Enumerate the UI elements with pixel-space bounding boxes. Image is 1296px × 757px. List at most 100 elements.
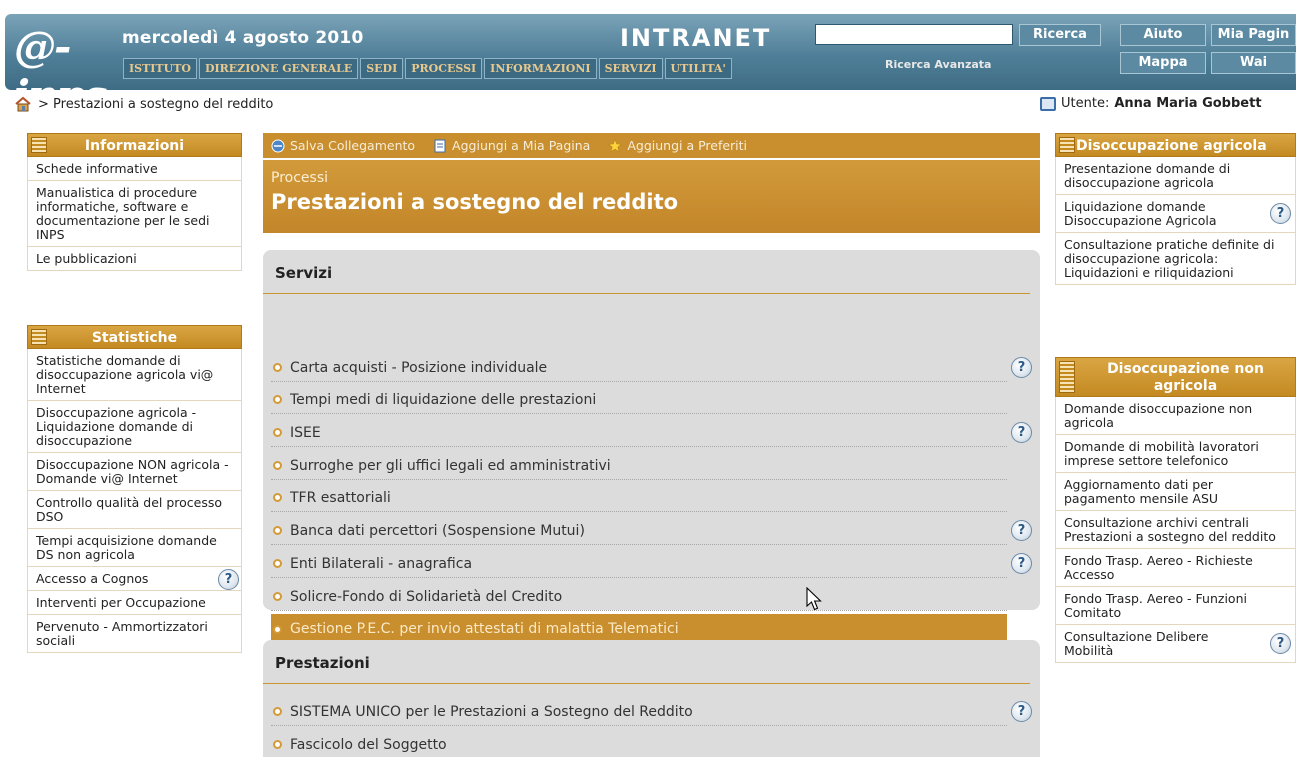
help-icon[interactable]: ? <box>1011 701 1032 722</box>
help-icon[interactable]: ? <box>1011 422 1032 443</box>
list-item-label: Fascicolo del Soggetto <box>290 736 447 753</box>
advanced-search-link[interactable]: Ricerca Avanzata <box>885 58 991 71</box>
sidebar-item-manualistica[interactable]: Manualistica di procedure informatiche, … <box>27 181 242 247</box>
statistiche-box: Statistiche Statistiche domande di disoc… <box>27 325 242 653</box>
page-title-box: Processi Prestazioni a sostegno del redd… <box>263 160 1040 233</box>
star-icon <box>608 138 623 153</box>
bullet-icon <box>273 559 282 568</box>
add-page-button[interactable]: Aggiungi a Mia Pagina <box>452 138 590 153</box>
list-item[interactable]: Banca dati percettori (Sospensione Mutui… <box>271 517 1032 545</box>
bullet-icon <box>273 592 282 601</box>
nav-utilita[interactable]: UTILITA' <box>664 58 732 79</box>
help-icon[interactable]: ? <box>1011 520 1032 541</box>
list-item-label: Gestione P.E.C. per invio attestati di m… <box>290 621 679 637</box>
prestazioni-panel: Prestazioni SISTEMA UNICO per le Prestaz… <box>263 640 1040 757</box>
bullet-icon <box>273 363 282 372</box>
section-label: Processi <box>271 170 328 186</box>
sidebar-item-label: Accesso a Cognos <box>36 571 149 586</box>
help-icon[interactable]: ? <box>218 569 239 590</box>
list-item[interactable]: Fascicolo del Soggetto <box>271 731 1007 757</box>
home-icon[interactable] <box>14 96 32 112</box>
list-item-label: TFR esattoriali <box>290 489 391 506</box>
sidebar-item-schede[interactable]: Schede informative <box>27 157 242 181</box>
nav-sedi[interactable]: SEDI <box>360 58 404 79</box>
sidebar-item-consultazione-pratiche[interactable]: Consultazione pratiche definite di disoc… <box>1055 233 1296 285</box>
list-item[interactable]: Tempi medi di liquidazione delle prestaz… <box>271 386 1007 414</box>
non-agricola-title: Disoccupazione non agricola <box>1107 361 1264 394</box>
map-button[interactable]: Mappa <box>1120 52 1206 74</box>
disoccupazione-agricola-box: Disoccupazione agricola Presentazione do… <box>1055 133 1296 285</box>
sidebar-item-label: Liquidazione domande Disoccupazione Agri… <box>1064 199 1217 228</box>
user-label: Utente: <box>1061 96 1110 111</box>
list-item[interactable]: Enti Bilaterali - anagrafica? <box>271 550 1032 578</box>
sidebar-item-controllo-qualita[interactable]: Controllo qualità del processo DSO <box>27 491 242 529</box>
sidebar-item-archivi-centrali[interactable]: Consultazione archivi centrali Prestazio… <box>1055 511 1296 549</box>
list-item-label: Enti Bilaterali - anagrafica <box>290 555 473 572</box>
sidebar-item-non-agricola[interactable]: Disoccupazione NON agricola - Domande vi… <box>27 453 242 491</box>
sidebar-item-asu[interactable]: Aggiornamento dati per pagamento mensile… <box>1055 473 1296 511</box>
user-name: Anna Maria Gobbett <box>1114 96 1262 111</box>
my-page-button[interactable]: Mia Pagin <box>1211 24 1296 46</box>
header-date: mercoledì 4 agosto 2010 <box>122 28 364 48</box>
bullet-icon <box>273 707 282 716</box>
sidebar-item-presentazione[interactable]: Presentazione domande di disoccupazione … <box>1055 157 1296 195</box>
printer-icon[interactable] <box>1040 96 1056 111</box>
sidebar-item-cognos[interactable]: Accesso a Cognos ? <box>27 567 242 591</box>
help-icon[interactable]: ? <box>1011 553 1032 574</box>
add-favorites-button[interactable]: Aggiungi a Preferiti <box>627 138 747 153</box>
search-button[interactable]: Ricerca <box>1019 24 1101 46</box>
list-item-label: Carta acquisti - Posizione individuale <box>290 359 548 376</box>
user-info: Utente: Anna Maria Gobbett <box>1040 96 1262 111</box>
bullet-icon <box>273 493 282 502</box>
inps-logo[interactable]: @-inps <box>14 18 114 120</box>
statistiche-title: Statistiche <box>91 330 178 346</box>
list-item[interactable]: ISEE? <box>271 419 1032 447</box>
help-button[interactable]: Aiuto <box>1120 24 1206 46</box>
sidebar-item-delibere-mobilita[interactable]: Consultazione Delibere Mobilità ? <box>1055 625 1296 663</box>
sidebar-item-pervenuto[interactable]: Pervenuto - Ammortizzatori sociali <box>27 615 242 653</box>
agricola-title: Disoccupazione agricola <box>1076 138 1267 154</box>
informazioni-title: Informazioni <box>84 138 185 154</box>
wai-button[interactable]: Wai <box>1211 52 1296 74</box>
sidebar-item-domande-non-agricola[interactable]: Domande disoccupazione non agricola <box>1055 397 1296 435</box>
sidebar-item-liquidazione[interactable]: Disoccupazione agricola - Liquidazione d… <box>27 401 242 453</box>
list-item[interactable]: SISTEMA UNICO per le Prestazioni a Soste… <box>271 698 1032 726</box>
nav-processi[interactable]: PROCESSI <box>405 58 483 79</box>
bullet-icon <box>273 624 282 634</box>
breadcrumb: > Prestazioni a sostegno del reddito <box>14 96 273 112</box>
sidebar-item-tempi-acquisizione[interactable]: Tempi acquisizione domande DS non agrico… <box>27 529 242 567</box>
sidebar-item-funzioni-comitato[interactable]: Fondo Trasp. Aereo - Funzioni Comitato <box>1055 587 1296 625</box>
page: @-inps mercoledì 4 agosto 2010 INTRANET … <box>0 0 1296 757</box>
statistiche-header: Statistiche <box>27 325 242 349</box>
sidebar-item-mobilita-telefonico[interactable]: Domande di mobilità lavoratori imprese s… <box>1055 435 1296 473</box>
bullet-icon <box>273 461 282 470</box>
search-input[interactable] <box>815 24 1013 45</box>
list-item-label: Solicre-Fondo di Solidarietà del Credito <box>290 588 563 605</box>
list-item[interactable]: Solicre-Fondo di Solidarietà del Credito <box>271 583 1007 611</box>
disoccupazione-non-agricola-box: Disoccupazione non agricola Domande diso… <box>1055 357 1296 663</box>
nav-servizi[interactable]: SERVIZI <box>598 58 663 79</box>
menu-lines-icon <box>31 137 47 153</box>
nav-istituto[interactable]: ISTITUTO <box>123 58 197 79</box>
non-agricola-header: Disoccupazione non agricola <box>1055 357 1296 397</box>
help-icon[interactable]: ? <box>1270 203 1291 224</box>
bullet-icon <box>273 526 282 535</box>
page-title: Prestazioni a sostegno del reddito <box>271 190 679 214</box>
servizi-panel: Servizi Carta acquisti - Posizione indiv… <box>263 250 1040 644</box>
help-icon[interactable]: ? <box>1270 633 1291 654</box>
list-item[interactable]: Carta acquisti - Posizione individuale? <box>271 354 1032 382</box>
list-item-label: SISTEMA UNICO per le Prestazioni a Soste… <box>290 703 693 720</box>
sidebar-item-liquidazione-agricola[interactable]: Liquidazione domande Disoccupazione Agri… <box>1055 195 1296 233</box>
sidebar-item-interventi[interactable]: Interventi per Occupazione <box>27 591 242 615</box>
menu-lines-icon <box>1059 361 1075 393</box>
sidebar-item-stat-agricola[interactable]: Statistiche domande di disoccupazione ag… <box>27 349 242 401</box>
list-item[interactable]: Surroghe per gli uffici legali ed ammini… <box>271 452 1007 480</box>
sidebar-item-richieste-accesso[interactable]: Fondo Trasp. Aereo - Richieste Accesso <box>1055 549 1296 587</box>
sidebar-item-pubblicazioni[interactable]: Le pubblicazioni <box>27 247 242 271</box>
help-icon[interactable]: ? <box>1011 357 1032 378</box>
list-item-label: ISEE <box>290 424 321 441</box>
nav-direzione-generale[interactable]: DIREZIONE GENERALE <box>198 58 359 79</box>
nav-informazioni[interactable]: INFORMAZIONI <box>484 58 597 79</box>
list-item[interactable]: TFR esattoriali <box>271 484 1007 512</box>
save-link-button[interactable]: Salva Collegamento <box>290 138 415 153</box>
